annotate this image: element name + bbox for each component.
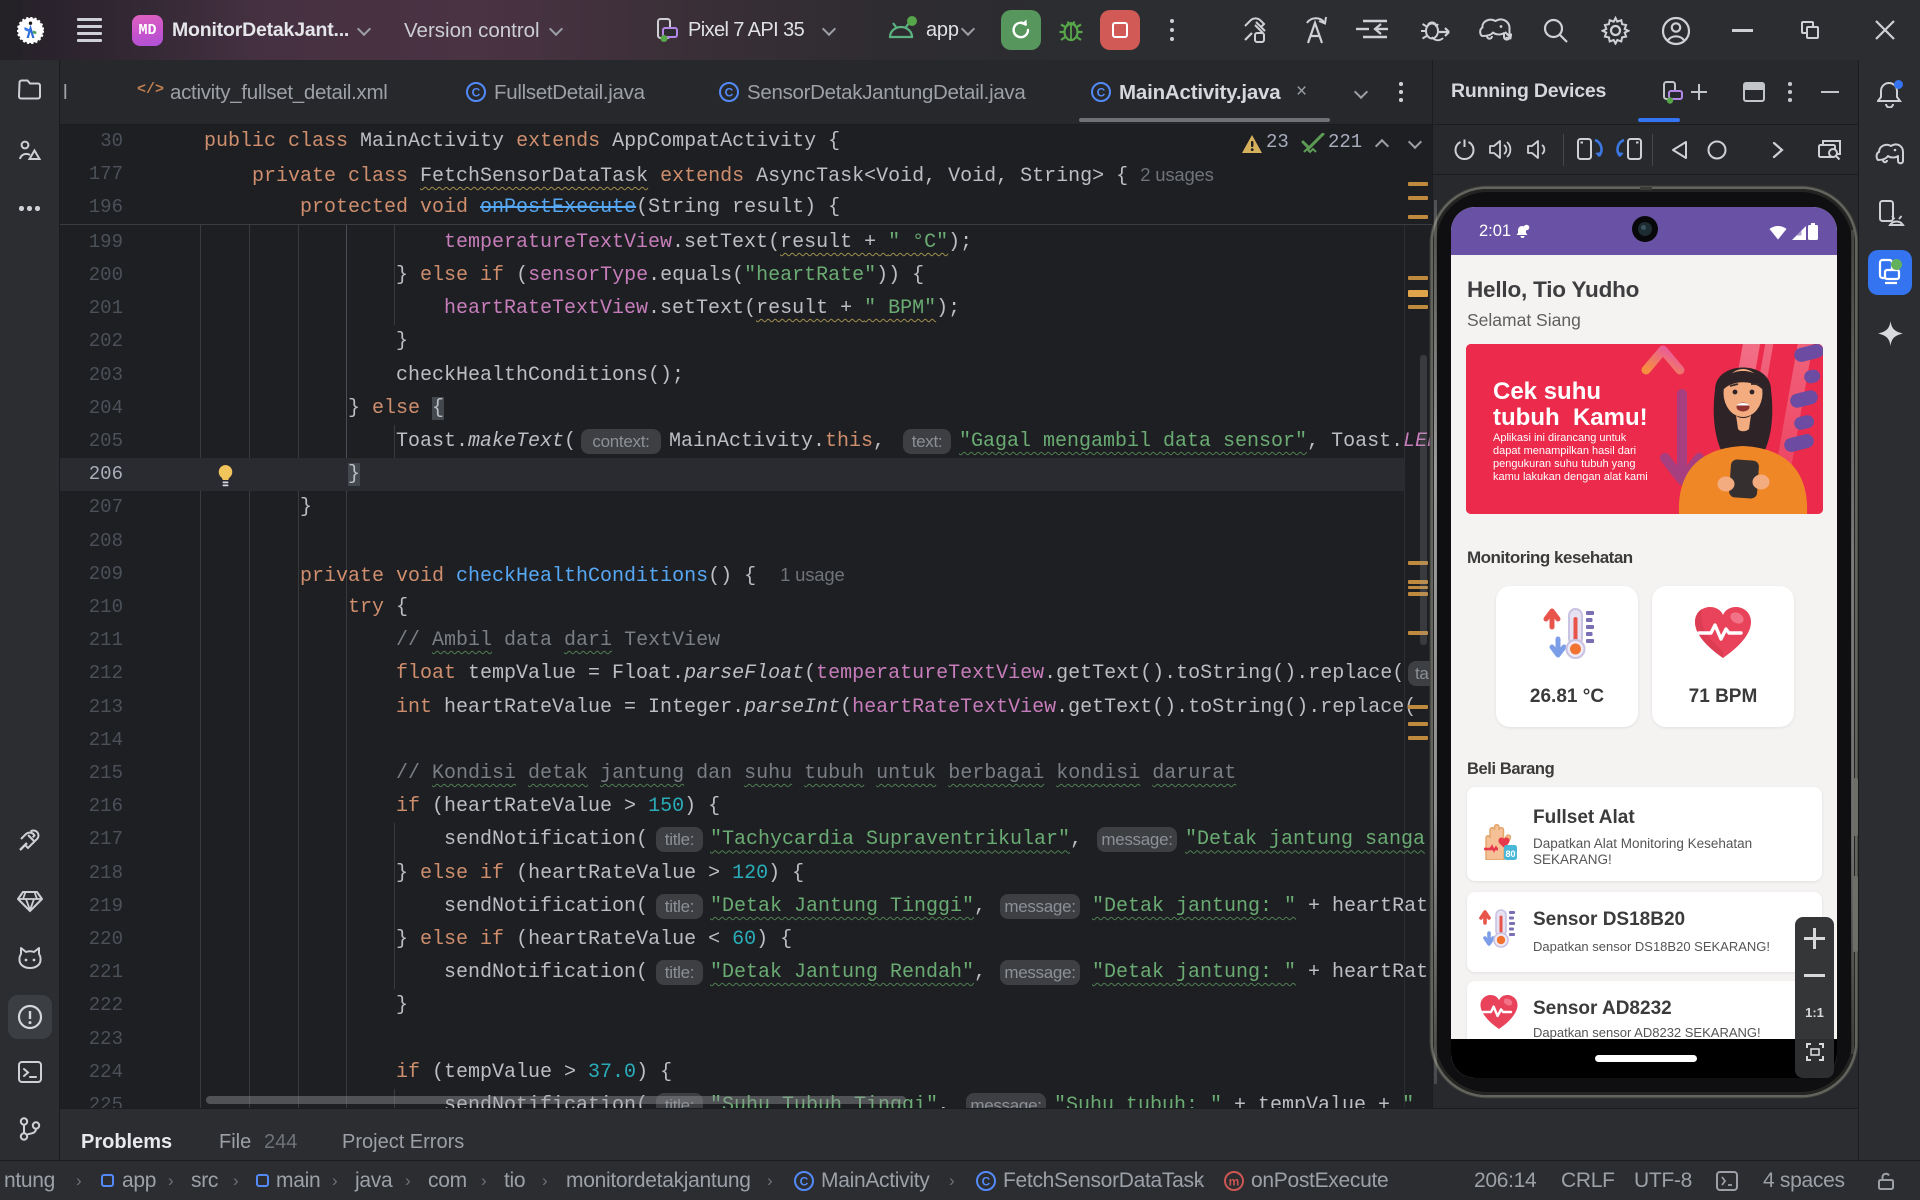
svg-text:C: C xyxy=(800,1175,809,1189)
svg-text:80: 80 xyxy=(1505,849,1515,859)
svg-text:C: C xyxy=(982,1175,991,1189)
svg-text:C: C xyxy=(472,86,481,100)
svg-text:C: C xyxy=(1097,86,1106,100)
svg-text:m: m xyxy=(1229,1175,1240,1189)
svg-text:C: C xyxy=(725,86,734,100)
